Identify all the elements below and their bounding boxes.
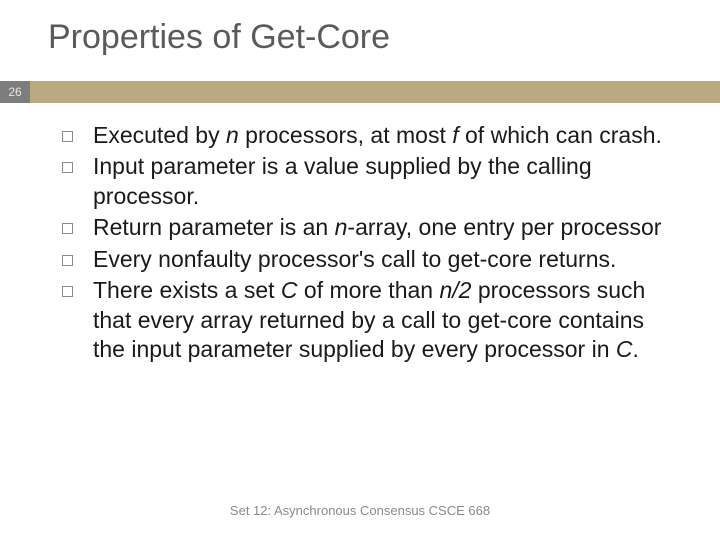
bullet-icon	[62, 286, 73, 297]
list-item: Return parameter is an n-array, one entr…	[62, 213, 680, 242]
bullet-text: Every nonfaulty processor's call to get-…	[93, 245, 616, 274]
slide-number-band: 26	[0, 81, 720, 103]
list-item: Executed by n processors, at most f of w…	[62, 121, 680, 150]
list-item: Every nonfaulty processor's call to get-…	[62, 245, 680, 274]
list-item: Input parameter is a value supplied by t…	[62, 152, 680, 211]
bullet-icon	[62, 255, 73, 266]
bullet-text: There exists a set C of more than n/2 pr…	[93, 276, 680, 364]
bullet-icon	[62, 131, 73, 142]
bullet-text: Input parameter is a value supplied by t…	[93, 152, 680, 211]
bullet-text: Executed by n processors, at most f of w…	[93, 121, 662, 150]
slide-number: 26	[0, 81, 30, 103]
bullet-icon	[62, 162, 73, 173]
bullet-text: Return parameter is an n-array, one entr…	[93, 213, 661, 242]
list-item: There exists a set C of more than n/2 pr…	[62, 276, 680, 364]
footer-text: Set 12: Asynchronous Consensus CSCE 668	[0, 503, 720, 518]
slide-title: Properties of Get-Core	[0, 0, 720, 57]
bullet-icon	[62, 223, 73, 234]
bullet-list: Executed by n processors, at most f of w…	[0, 103, 720, 365]
